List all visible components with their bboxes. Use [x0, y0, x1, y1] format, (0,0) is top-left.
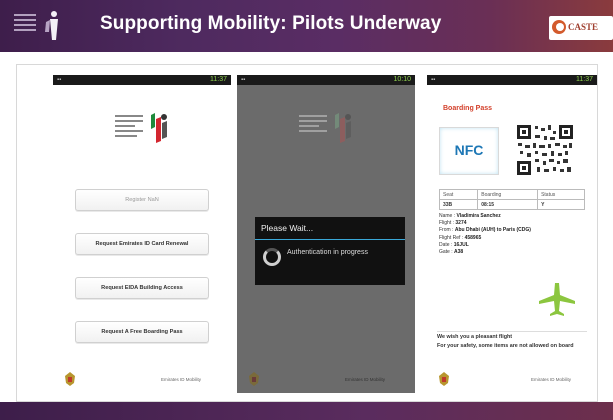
status-bar: ▪▪ 10:10: [237, 75, 415, 85]
table-cell-status: Y: [537, 199, 585, 210]
slide-footer: [0, 402, 613, 420]
boarding-pass-title: Boarding Pass: [443, 105, 493, 112]
status-bar: ▪▪ 11:37: [53, 75, 231, 85]
detail-row: From : Abu Dhabi (AUH) to Paris (CDG): [439, 227, 531, 234]
qr-code-icon: [515, 123, 575, 177]
header-stripes-icon: [14, 14, 36, 38]
nfc-label: NFC: [454, 142, 484, 158]
phone-screen-authenticating: ▪▪ 10:10 Please Wait... Authentication i…: [237, 75, 415, 393]
dialog-message: Authentication in progress: [287, 249, 368, 256]
detail-row: Name : Vladimira Sanchez: [439, 213, 501, 219]
register-button[interactable]: Register NaN: [75, 189, 209, 211]
table-header-status: Status: [537, 189, 585, 200]
phone-footer-text: Emirates ID Mobility: [531, 377, 572, 382]
detail-row: Date : 16JUL: [439, 241, 469, 248]
detail-row: Gate : A38: [439, 249, 464, 256]
uae-emblem-icon: [439, 372, 449, 386]
slide-title: Supporting Mobility: Pilots Underway: [100, 13, 442, 34]
status-time: 10:10: [393, 76, 411, 83]
phone-footer-text: Emirates ID Mobility: [161, 377, 202, 382]
flight-details: Name : Vladimira Sanchez Flight : 3274 F…: [439, 213, 531, 256]
phone-footer-text: Emirates ID Mobility: [345, 377, 386, 382]
uae-emblem-icon: [249, 372, 259, 386]
boarding-info-table: Seat Boarding Status 33B 08:15 Y: [438, 189, 585, 210]
request-id-renewal-button[interactable]: Request Emirates ID Card Renewal: [75, 233, 209, 255]
company-logo: CASTE: [549, 16, 613, 40]
emirates-id-mark-icon: [335, 113, 351, 143]
loading-spinner-icon: [263, 248, 281, 266]
request-boarding-pass-button[interactable]: Request A Free Boarding Pass: [75, 321, 209, 343]
status-bar: ▪▪ 11:37: [427, 75, 597, 85]
status-time: 11:37: [210, 76, 227, 83]
table-cell-boarding: 08:15: [477, 199, 539, 210]
emirates-id-logo: [111, 105, 171, 153]
please-wait-dialog: Please Wait... Authentication in progres…: [255, 217, 405, 285]
company-logo-text: CASTE: [568, 22, 599, 32]
detail-row: Flight : 3274: [439, 220, 467, 227]
safety-text: For your safety, some items are not allo…: [437, 343, 574, 349]
notification-icon: ▪▪: [431, 77, 436, 83]
request-building-access-button[interactable]: Request EIDA Building Access: [75, 277, 209, 299]
phone-screen-home: ▪▪ 11:37 Register NaN Request Emirates I…: [53, 75, 231, 393]
table-cell-seat: 33B: [438, 199, 479, 210]
nfc-badge: NFC: [439, 127, 499, 175]
dialog-title: Please Wait...: [261, 223, 314, 233]
table-header-boarding: Boarding: [477, 189, 539, 200]
screenshots-panel: ▪▪ 11:37 Register NaN Request Emirates I…: [16, 64, 598, 402]
notification-icon: ▪▪: [241, 77, 246, 83]
emirates-id-logo: [295, 105, 355, 153]
emirates-id-figure-icon: [45, 11, 58, 40]
flight-wish-message: We wish you a pleasant flight For your s…: [437, 331, 587, 350]
slide-header: Supporting Mobility: Pilots Underway CAS…: [0, 0, 613, 52]
phone-screen-boarding-pass: ▪▪ 11:37 Boarding Pass NFC Seat Boarding…: [427, 75, 597, 393]
notification-icon: ▪▪: [57, 77, 62, 83]
airplane-icon: [539, 283, 575, 316]
table-header-seat: Seat: [438, 189, 479, 200]
detail-row: Flight Ref : 458965: [439, 234, 482, 241]
status-time: 11:37: [576, 76, 593, 83]
uae-emblem-icon: [65, 372, 75, 386]
emirates-id-mark-icon: [151, 113, 167, 143]
wish-text: We wish you a pleasant flight: [437, 334, 513, 340]
